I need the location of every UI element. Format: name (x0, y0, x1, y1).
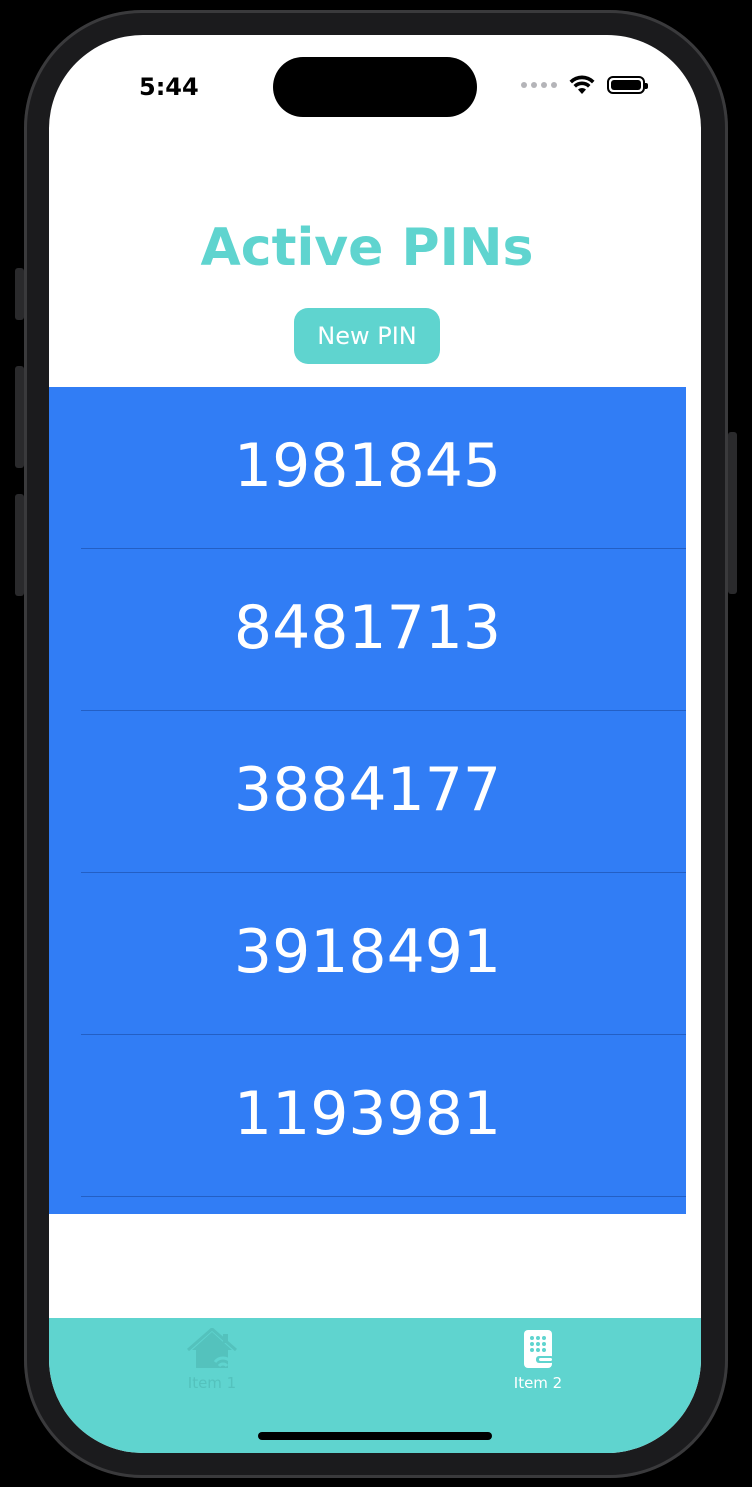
dynamic-island (273, 57, 477, 117)
row-divider (81, 1196, 686, 1197)
pin-row[interactable]: 1193981 (49, 1035, 686, 1197)
action-button (15, 268, 24, 320)
pin-value: 1981845 (233, 431, 502, 501)
tab-label: Item 1 (187, 1374, 237, 1392)
new-pin-button[interactable]: New PIN (294, 308, 440, 364)
pin-row[interactable]: 8481713 (49, 549, 686, 711)
pin-row[interactable]: 3918491 (49, 873, 686, 1035)
pin-value: 8481713 (233, 593, 502, 663)
power-button (728, 432, 737, 594)
pin-row[interactable]: 1981845 (49, 387, 686, 549)
page-title: Active PINs (200, 218, 534, 278)
home-indicator[interactable] (258, 1432, 492, 1440)
home-wifi-icon (187, 1328, 237, 1368)
status-bar: 5:44 (49, 35, 701, 145)
screen: 5:44 Active PINs New PIN 1981845 8481713… (49, 35, 701, 1453)
pin-value: 3918491 (233, 917, 502, 987)
status-time: 5:44 (139, 73, 199, 101)
wifi-icon (569, 75, 595, 94)
tab-item-2[interactable]: Item 2 (458, 1328, 618, 1398)
tab-label: Item 2 (513, 1374, 563, 1392)
battery-icon (607, 76, 648, 94)
device-frame: 5:44 Active PINs New PIN 1981845 8481713… (0, 0, 752, 1487)
tab-item-1[interactable]: Item 1 (132, 1328, 292, 1398)
keypad-lock-icon (524, 1330, 554, 1368)
pin-value: 3884177 (233, 755, 502, 825)
pin-value: 1193981 (233, 1079, 502, 1149)
volume-down-button (15, 494, 24, 596)
pin-list: 1981845 8481713 3884177 3918491 1193981 (49, 387, 686, 1214)
status-icons (521, 75, 648, 95)
volume-up-button (15, 366, 24, 468)
pin-row[interactable]: 3884177 (49, 711, 686, 873)
signal-dots-icon (521, 82, 557, 88)
